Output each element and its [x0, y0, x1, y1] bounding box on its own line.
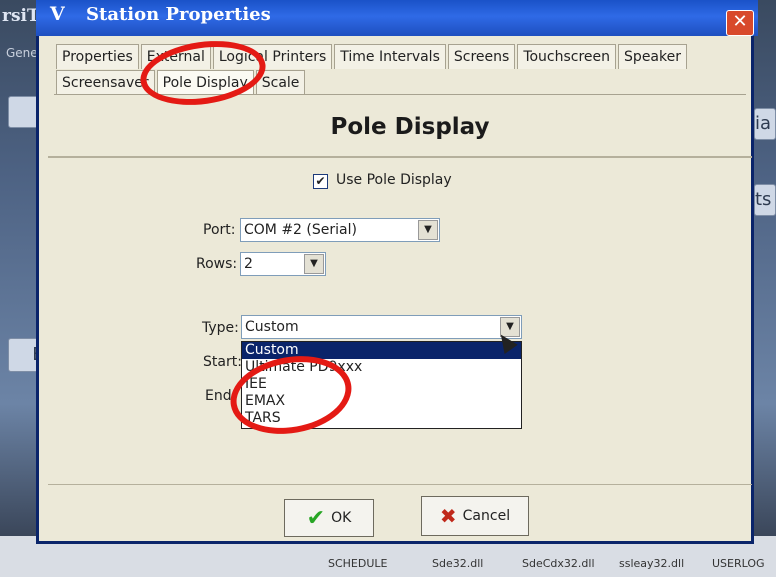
background-app-title: rsiT — [2, 6, 40, 26]
taskbar-item-userlog: USERLOG — [712, 557, 765, 570]
ok-label: OK — [331, 510, 352, 526]
checkmark-icon: ✔ — [306, 505, 326, 531]
close-button[interactable]: ✕ — [726, 10, 754, 36]
heading-divider — [48, 156, 752, 158]
dialog-title-bar[interactable]: V Station Properties — [36, 0, 758, 36]
tab-screens[interactable]: Screens — [447, 44, 516, 69]
port-select[interactable]: COM #2 (Serial) ▼ — [240, 218, 440, 242]
port-label: Port: — [203, 222, 236, 238]
background-button-ts: ts — [754, 184, 776, 216]
type-label: Type: — [202, 320, 239, 336]
tab-speaker[interactable]: Speaker — [618, 44, 687, 69]
cancel-x-icon: ✖ — [439, 504, 457, 528]
chevron-down-icon[interactable]: ▼ — [418, 220, 438, 240]
taskbar-item-ssleay32: ssleay32.dll — [619, 557, 685, 570]
taskbar-item-schedule: SCHEDULE — [328, 557, 388, 570]
type-select[interactable]: Custom ▼ — [241, 315, 522, 339]
use-pole-display-label: Use Pole Display — [336, 172, 452, 188]
rows-label: Rows: — [196, 256, 238, 272]
type-option-custom[interactable]: Custom — [242, 342, 521, 359]
dialog-title: Station Properties — [86, 4, 271, 25]
background-tab: Gene — [6, 46, 38, 60]
background-button-ia: ia — [754, 108, 776, 140]
tab-properties[interactable]: Properties — [56, 44, 139, 69]
cancel-button[interactable]: ✖ Cancel — [421, 496, 529, 536]
type-value: Custom — [245, 319, 299, 335]
start-label: Start: — [203, 354, 242, 370]
ok-button[interactable]: ✔ OK — [284, 499, 374, 537]
chevron-down-icon[interactable]: ▼ — [304, 254, 324, 274]
port-value: COM #2 (Serial) — [244, 222, 357, 238]
tab-touchscreen[interactable]: Touchscreen — [517, 44, 617, 69]
page-title: Pole Display — [330, 114, 490, 140]
taskbar-item-sdecdx32: SdeCdx32.dll — [522, 557, 595, 570]
use-pole-display-checkbox[interactable]: ✔ — [313, 174, 328, 189]
footer-divider — [48, 484, 752, 485]
rows-select[interactable]: 2 ▼ — [240, 252, 326, 276]
tab-time-intervals[interactable]: Time Intervals — [334, 44, 446, 69]
rows-value: 2 — [244, 256, 253, 272]
app-icon: V — [50, 3, 65, 25]
cancel-label: Cancel — [462, 508, 511, 524]
taskbar-item-sde32: Sde32.dll — [432, 557, 484, 570]
